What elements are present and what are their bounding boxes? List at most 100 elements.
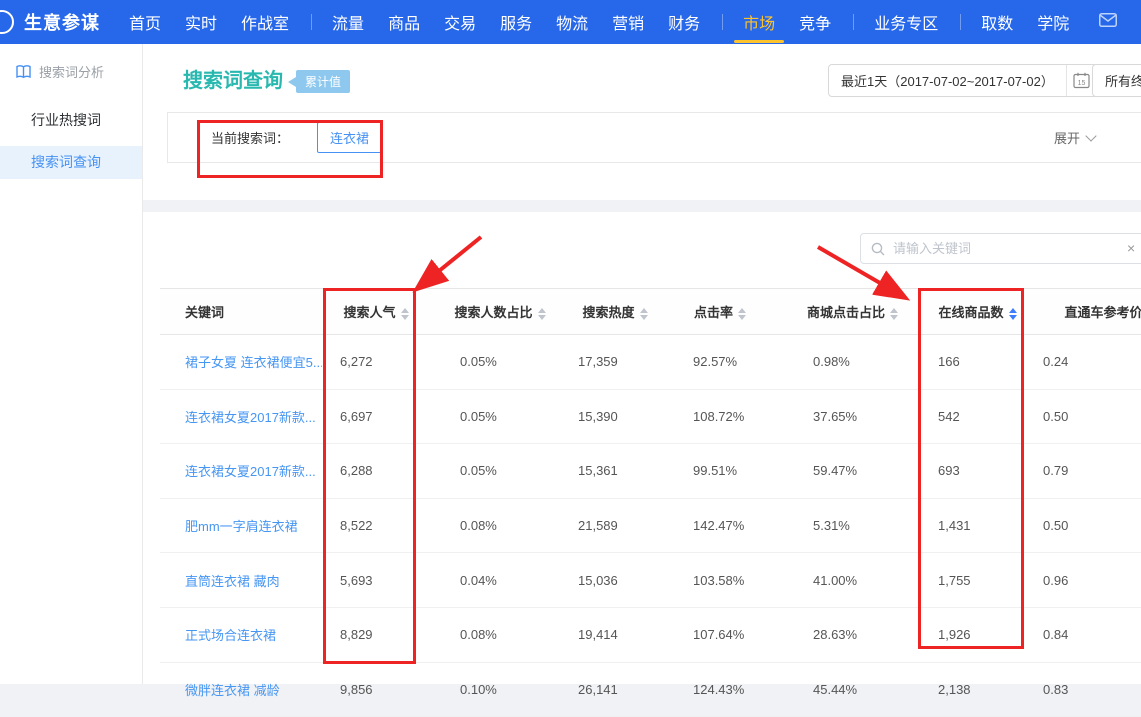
value-cell: 21,589 [570,498,660,553]
value-cell: 6,272 [322,335,430,390]
keyword-cell: 微胖连衣裙 减龄 [160,662,322,717]
value-cell: 0.08% [430,498,570,553]
nav-divider [311,14,312,30]
value-cell: 0.24 [1030,335,1141,390]
keyword-link[interactable]: 直筒连衣裙 藏肉 [185,574,280,589]
value-cell: 108.72% [660,389,780,444]
nav-item-15[interactable]: 业务专区 [874,10,938,34]
column-header-2[interactable]: 搜索人数占比 [430,289,570,335]
value-cell: 19,414 [570,607,660,662]
sidebar-section-header: 搜索词分析 [0,44,142,95]
value-cell: 166 [925,335,1030,390]
nav-item-4[interactable]: 流量 [332,10,364,34]
search-input[interactable] [861,234,1141,263]
value-cell: 28.63% [780,607,925,662]
value-cell: 17,359 [570,335,660,390]
value-cell: 5.31% [780,498,925,553]
sort-icon[interactable] [738,308,746,320]
value-cell: 99.51% [660,444,780,499]
date-range-label: 最近1天（2017-07-02~2017-07-02） [829,71,1066,90]
column-header-5[interactable]: 商城点击占比 [780,289,925,335]
column-header-3[interactable]: 搜索热度 [570,289,660,335]
keyword-link[interactable]: 裙子女夏 连衣裙便宜5... [185,355,322,370]
column-label: 搜索热度 [582,305,634,320]
sort-icon[interactable] [640,308,648,320]
nav-item-10[interactable]: 财务 [668,10,700,34]
keyword-cell: 肥mm一字肩连衣裙 [160,498,322,553]
value-cell: 0.84 [1030,607,1141,662]
keyword-link[interactable]: 肥mm一字肩连衣裙 [185,519,298,534]
table-row-6: 微胖连衣裙 减龄9,8560.10%26,141124.43%45.44%2,1… [160,662,1141,717]
nav-item-17[interactable]: 取数 [981,10,1013,34]
value-cell: 6,288 [322,444,430,499]
keyword-cell: 连衣裙女夏2017新款... [160,444,322,499]
top-navigation-bar: 生意参谋 首页实时作战室 流量商品交易服务物流营销财务 市场竞争 业务专区 取数学院 [0,0,1141,44]
clear-search-icon[interactable]: × [1127,240,1135,256]
keyword-link[interactable]: 连衣裙女夏2017新款... [185,410,316,425]
value-cell: 0.10% [430,662,570,717]
svg-text:15: 15 [1078,80,1086,87]
badge-arrow-icon [288,77,296,87]
keyword-cell: 连衣裙女夏2017新款... [160,389,322,444]
sort-icon[interactable] [1009,308,1017,320]
nav-item-8[interactable]: 物流 [556,10,588,34]
column-header-1[interactable]: 搜索人气 [322,289,430,335]
value-cell: 542 [925,389,1030,444]
sidebar-item-1[interactable]: 搜索词查询 [0,146,142,179]
column-header-4[interactable]: 点击率 [660,289,780,335]
cumulative-badge: 累计值 [288,70,350,93]
sort-icon[interactable] [890,308,898,320]
column-label: 点击率 [694,305,733,320]
keyword-cell: 直筒连衣裙 藏肉 [160,553,322,608]
sidebar: 搜索词分析 行业热搜词搜索词查询 [0,44,143,684]
value-cell: 103.58% [660,553,780,608]
nav-item-12[interactable]: 市场 [743,10,775,34]
nav-item-2[interactable]: 作战室 [241,10,289,34]
nav-item-13[interactable]: 竞争 [799,10,831,34]
value-cell: 8,829 [322,607,430,662]
value-cell: 0.50 [1030,498,1141,553]
value-cell: 142.47% [660,498,780,553]
sort-icon[interactable] [401,308,409,320]
nav-item-9[interactable]: 营销 [612,10,644,34]
expand-toggle[interactable]: 展开 [1054,113,1095,162]
column-header-7[interactable]: 直通车参考价 [1030,289,1141,335]
nav-divider [722,14,723,30]
nav-item-18[interactable]: 学院 [1037,10,1069,34]
nav-item-1[interactable]: 实时 [185,10,217,34]
keyword-link[interactable]: 正式场合连衣裙 [185,628,276,643]
value-cell: 45.44% [780,662,925,717]
value-cell: 15,361 [570,444,660,499]
terminal-label: 所有终端 [1105,71,1141,90]
app-logo[interactable]: 生意参谋 [0,9,100,35]
value-cell: 26,141 [570,662,660,717]
date-range-picker[interactable]: 最近1天（2017-07-02~2017-07-02） 15 [828,64,1098,97]
terminal-select[interactable]: 所有终端 [1092,64,1141,97]
table-row-5: 正式场合连衣裙8,8290.08%19,414107.64%28.63%1,92… [160,607,1141,662]
search-terms-table: 关键词搜索人气搜索人数占比搜索热度点击率商城点击占比在线商品数直通车参考价 裙子… [160,288,1141,717]
page-title: 搜索词查询 [183,64,283,93]
value-cell: 8,522 [322,498,430,553]
value-cell: 1,431 [925,498,1030,553]
sidebar-item-0[interactable]: 行业热搜词 [0,104,142,137]
table-row-0: 裙子女夏 连衣裙便宜5...6,2720.05%17,35992.57%0.98… [160,335,1141,390]
value-cell: 59.47% [780,444,925,499]
keyword-chip[interactable]: 连衣裙 [317,122,382,153]
expand-label: 展开 [1054,128,1080,147]
mail-icon[interactable] [1099,13,1117,32]
app-title: 生意参谋 [24,9,100,35]
value-cell: 5,693 [322,553,430,608]
keyword-cell: 正式场合连衣裙 [160,607,322,662]
nav-item-0[interactable]: 首页 [129,10,161,34]
sort-icon[interactable] [538,308,546,320]
column-label: 搜索人气 [343,305,395,320]
nav-item-7[interactable]: 服务 [500,10,532,34]
badge-label: 累计值 [296,70,350,93]
nav-item-5[interactable]: 商品 [388,10,420,34]
value-cell: 107.64% [660,607,780,662]
nav-item-6[interactable]: 交易 [444,10,476,34]
keyword-link[interactable]: 连衣裙女夏2017新款... [185,464,316,479]
keyword-link[interactable]: 微胖连衣裙 减龄 [185,683,280,698]
nav-divider [853,14,854,30]
column-header-6[interactable]: 在线商品数 [925,289,1030,335]
